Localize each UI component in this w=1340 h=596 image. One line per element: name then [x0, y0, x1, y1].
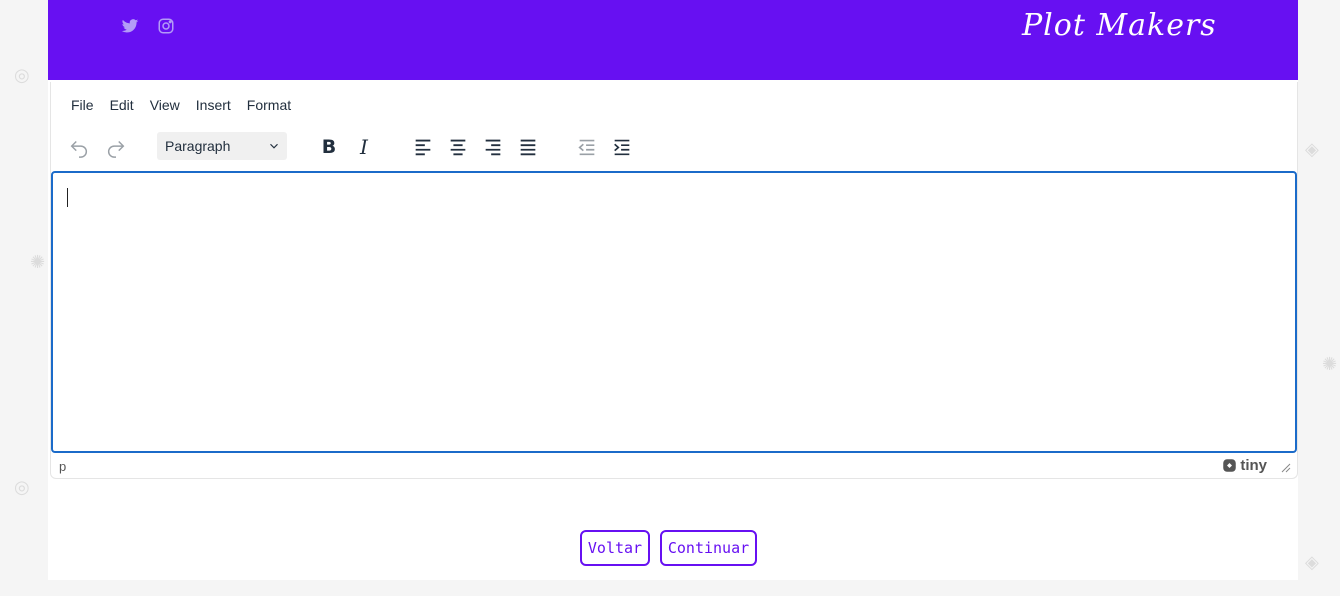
tiny-branding[interactable]: tiny — [1222, 457, 1267, 474]
indent-button[interactable] — [607, 132, 637, 162]
instagram-icon[interactable] — [157, 17, 177, 37]
background-decor-icon: ◎ — [14, 65, 30, 85]
undo-button[interactable] — [64, 132, 94, 162]
menu-edit[interactable]: Edit — [102, 96, 142, 114]
redo-icon — [108, 140, 125, 158]
align-left-icon — [415, 139, 431, 156]
editor-content-area[interactable] — [51, 171, 1297, 453]
bold-button[interactable]: B — [314, 132, 344, 162]
element-path[interactable]: p — [59, 459, 66, 474]
italic-icon: I — [360, 135, 368, 159]
editor-statusbar: p tiny — [51, 454, 1297, 476]
back-button[interactable]: Voltar — [580, 530, 650, 566]
background-decor-icon: ◈ — [1305, 552, 1319, 572]
align-center-icon — [450, 139, 466, 156]
brand-logo[interactable]: Plot Makers — [1022, 8, 1217, 56]
page-container: Plot Makers File Edit View Insert Format… — [48, 0, 1298, 580]
editor-menubar: File Edit View Insert Format — [63, 96, 299, 114]
text-caret — [67, 188, 68, 207]
menu-file[interactable]: File — [63, 96, 102, 114]
align-justify-icon — [520, 139, 536, 156]
block-format-select[interactable]: Paragraph — [157, 132, 287, 160]
background-decor-icon: ◈ — [1305, 139, 1319, 159]
outdent-icon — [578, 139, 595, 156]
chevron-down-icon — [270, 143, 278, 149]
resize-handle-icon[interactable] — [1281, 463, 1291, 473]
menu-insert[interactable]: Insert — [188, 96, 239, 114]
background-decor-icon: ✺ — [30, 252, 46, 272]
menu-view[interactable]: View — [142, 96, 188, 114]
align-right-button[interactable] — [478, 132, 508, 162]
tiny-logo-icon — [1223, 459, 1237, 472]
editor-toolbar: Paragraph B I — [51, 132, 1297, 162]
continue-button[interactable]: Continuar — [660, 530, 757, 566]
undo-icon — [70, 140, 87, 158]
indent-icon — [614, 139, 630, 156]
align-left-button[interactable] — [408, 132, 438, 162]
italic-button[interactable]: I — [349, 132, 379, 162]
background-decor-icon: ✺ — [1322, 354, 1338, 374]
tiny-brand-label: tiny — [1240, 457, 1267, 474]
rich-text-editor: File Edit View Insert Format Paragraph B… — [50, 82, 1298, 479]
redo-button[interactable] — [101, 132, 131, 162]
header-bar: Plot Makers — [48, 0, 1298, 80]
background-decor-icon: ◎ — [14, 477, 30, 497]
align-right-icon — [485, 139, 501, 156]
align-center-button[interactable] — [443, 132, 473, 162]
menu-format[interactable]: Format — [239, 96, 299, 114]
outdent-button[interactable] — [572, 132, 602, 162]
bold-icon: B — [321, 136, 337, 158]
twitter-icon[interactable] — [121, 17, 141, 37]
block-format-value: Paragraph — [165, 138, 231, 154]
justify-button[interactable] — [513, 132, 543, 162]
